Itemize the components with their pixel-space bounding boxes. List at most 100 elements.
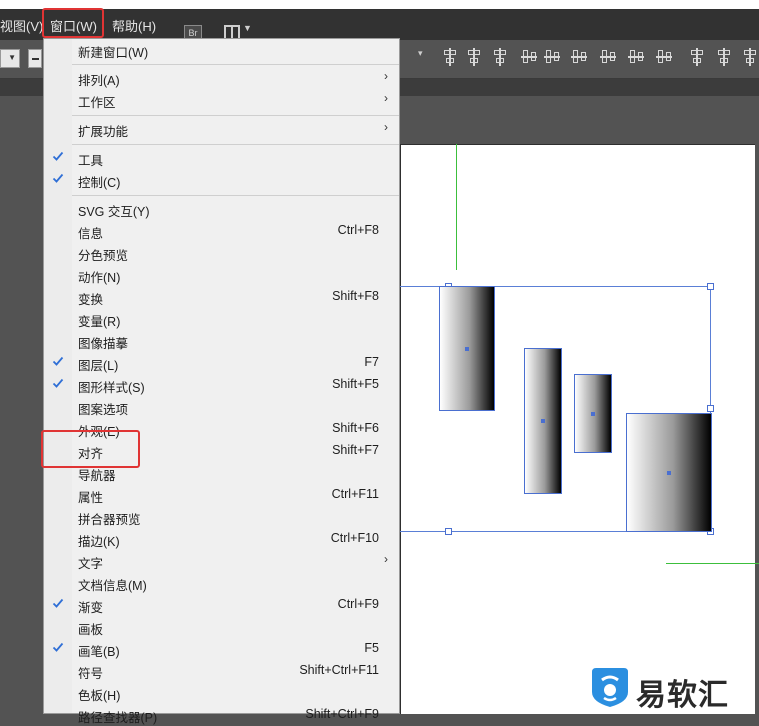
- control-stroke-field[interactable]: [28, 49, 42, 68]
- submenu-arrow-icon: ›: [384, 120, 388, 134]
- menu-item-label: 画笔(B): [78, 645, 120, 659]
- menu-item[interactable]: 扩展功能 ›: [44, 118, 399, 140]
- menu-item-label: 图层(L): [78, 359, 119, 373]
- menu-separator: [72, 144, 399, 145]
- menu-item-label: 排列(A): [78, 74, 120, 88]
- menu-item-label: 扩展功能: [78, 125, 129, 139]
- distribute-bottom-icon[interactable]: [656, 48, 672, 66]
- submenu-arrow-icon: ›: [384, 91, 388, 105]
- menu-item[interactable]: 信息 Ctrl+F8: [44, 220, 399, 242]
- window-menu-highlight: [42, 8, 104, 38]
- chevron-down-icon: ▼: [8, 53, 16, 62]
- menu-item[interactable]: 图层(L) F7: [44, 352, 399, 374]
- menu-separator: [72, 64, 399, 65]
- distribute-top-icon[interactable]: [600, 48, 616, 66]
- menu-item[interactable]: 描边(K) Ctrl+F10: [44, 528, 399, 550]
- selection-handle[interactable]: [707, 405, 714, 412]
- align-vertical-center-icon[interactable]: [544, 48, 560, 66]
- menu-item-shortcut: Shift+F7: [332, 443, 379, 457]
- menu-item-label: 信息: [78, 227, 104, 241]
- menu-item[interactable]: 变量(R): [44, 308, 399, 330]
- gradient-rectangle[interactable]: [524, 348, 562, 494]
- checkmark-icon: [52, 173, 64, 183]
- distribute-vertical-center-icon[interactable]: [628, 48, 644, 66]
- menu-bar: 视图(V) 窗口(W) 帮助(H) Br ▼: [0, 9, 759, 41]
- menu-item[interactable]: 图形样式(S) Shift+F5: [44, 374, 399, 396]
- menu-item-label: 变量(R): [78, 315, 121, 329]
- align-item-highlight: [41, 430, 140, 468]
- selection-handle[interactable]: [707, 283, 714, 290]
- align-to-dropdown-icon[interactable]: ▾: [418, 48, 423, 59]
- top-strip: [0, 0, 759, 16]
- menu-item-label: 变换: [78, 293, 104, 307]
- menu-separator: [72, 195, 399, 196]
- menu-item[interactable]: 路径查找器(P) Shift+Ctrl+F9: [44, 704, 399, 726]
- menu-item[interactable]: SVG 交互(Y): [44, 198, 399, 220]
- menu-item-label: 色板(H): [78, 689, 121, 703]
- menu-item[interactable]: 色板(H): [44, 682, 399, 704]
- distribute-horizontal-center-icon[interactable]: [716, 48, 732, 66]
- menu-item[interactable]: 动作(N): [44, 264, 399, 286]
- menu-item[interactable]: 控制(C): [44, 169, 399, 191]
- control-dropdown[interactable]: ▼: [0, 49, 20, 68]
- menu-item-shortcut: F7: [364, 355, 379, 369]
- submenu-arrow-icon: ›: [384, 552, 388, 566]
- menu-item-label: 控制(C): [78, 176, 121, 190]
- menu-item-shortcut: Shift+F6: [332, 421, 379, 435]
- menu-item[interactable]: 排列(A) ›: [44, 67, 399, 89]
- menu-item-label: 动作(N): [78, 271, 121, 285]
- checkmark-icon: [52, 151, 64, 161]
- menu-item-shortcut: Shift+F5: [332, 377, 379, 391]
- menu-item[interactable]: 图像描摹: [44, 330, 399, 352]
- menu-item-label: 工作区: [78, 96, 116, 110]
- align-left-icon[interactable]: [442, 48, 458, 66]
- menu-item-shortcut: Shift+Ctrl+F9: [305, 707, 379, 721]
- menu-separator: [72, 115, 399, 116]
- menu-item-label: SVG 交互(Y): [78, 205, 150, 219]
- submenu-arrow-icon: ›: [384, 69, 388, 83]
- menu-item[interactable]: 拼合器预览: [44, 506, 399, 528]
- selection-handle[interactable]: [445, 528, 452, 535]
- menu-item-label: 拼合器预览: [78, 513, 141, 527]
- menu-item-label: 符号: [78, 667, 104, 681]
- align-top-icon[interactable]: [521, 48, 537, 66]
- menu-item-label: 描边(K): [78, 535, 120, 549]
- menu-item-shortcut: Ctrl+F8: [337, 223, 379, 237]
- menu-item[interactable]: 属性 Ctrl+F11: [44, 484, 399, 506]
- menu-item[interactable]: 工具: [44, 147, 399, 169]
- menu-view[interactable]: 视图(V): [0, 16, 43, 35]
- checkmark-icon: [52, 598, 64, 608]
- menu-item[interactable]: 图案选项: [44, 396, 399, 418]
- menu-item-label: 新建窗口(W): [78, 46, 149, 60]
- menu-item-label: 文字: [78, 557, 104, 571]
- menu-help[interactable]: 帮助(H): [112, 16, 156, 35]
- menu-item-label: 文档信息(M): [78, 579, 147, 593]
- align-right-icon[interactable]: [492, 48, 508, 66]
- distribute-left-icon[interactable]: [689, 48, 705, 66]
- menu-item-label: 图像描摹: [78, 337, 129, 351]
- gradient-rectangle[interactable]: [626, 413, 712, 532]
- menu-item[interactable]: 新建窗口(W): [44, 39, 399, 61]
- chevron-down-icon[interactable]: ▼: [243, 23, 252, 33]
- window-dropdown-menu: 新建窗口(W) 排列(A) › 工作区 › 扩展功能 › 工具 控制(C) SVG 交互(Y) 信息…: [43, 38, 400, 725]
- menu-item[interactable]: 画板: [44, 616, 399, 638]
- menu-item-label: 工具: [78, 154, 104, 168]
- menu-item-label: 画板: [78, 623, 104, 637]
- menu-item[interactable]: 渐变 Ctrl+F9: [44, 594, 399, 616]
- yiruanhui-logo-icon: [592, 668, 628, 707]
- gradient-rectangle[interactable]: [439, 286, 495, 411]
- distribute-right-icon[interactable]: [742, 48, 758, 66]
- gradient-rectangle[interactable]: [574, 374, 612, 453]
- menu-item-shortcut: Shift+Ctrl+F11: [299, 663, 379, 677]
- align-horizontal-center-icon[interactable]: [466, 48, 482, 66]
- menu-item[interactable]: 变换 Shift+F8: [44, 286, 399, 308]
- menu-item[interactable]: 分色预览: [44, 242, 399, 264]
- menu-item[interactable]: 工作区 ›: [44, 89, 399, 111]
- menu-item[interactable]: 画笔(B) F5: [44, 638, 399, 660]
- menu-item[interactable]: 文档信息(M): [44, 572, 399, 594]
- menu-item[interactable]: 文字 ›: [44, 550, 399, 572]
- menu-item[interactable]: 符号 Shift+Ctrl+F11: [44, 660, 399, 682]
- menu-item-shortcut: Ctrl+F10: [330, 531, 379, 545]
- checkmark-icon: [52, 642, 64, 652]
- align-bottom-icon[interactable]: [571, 48, 587, 66]
